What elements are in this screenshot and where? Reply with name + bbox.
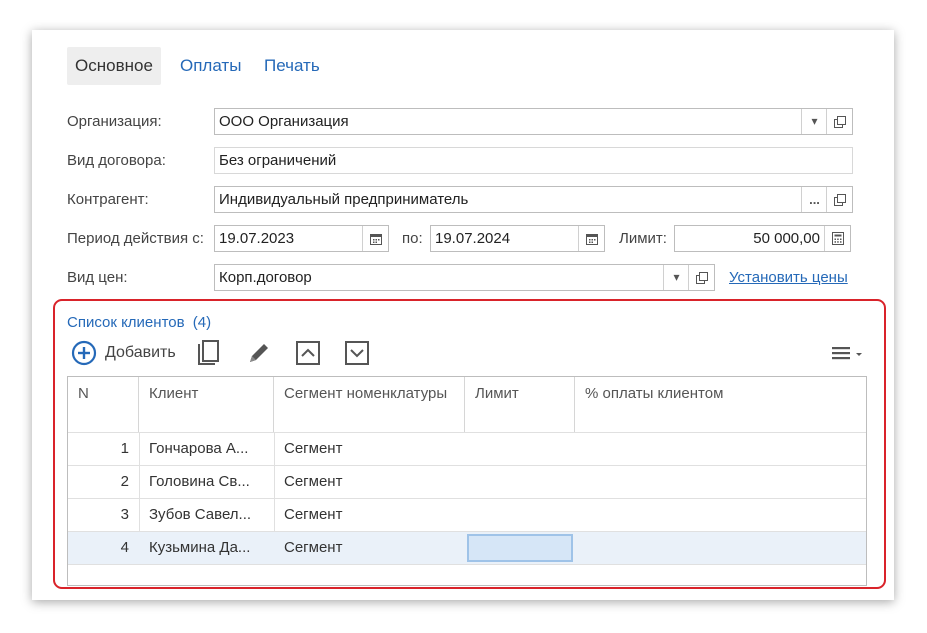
organization-field[interactable]: ООО Организация ▾ bbox=[214, 108, 853, 135]
organization-label: Организация: bbox=[67, 113, 162, 130]
period-to-label: по: bbox=[402, 230, 423, 247]
open-icon[interactable] bbox=[826, 109, 852, 134]
column-header-limit[interactable]: Лимит bbox=[465, 377, 575, 432]
set-prices-link[interactable]: Установить цены bbox=[729, 269, 848, 286]
calculator-icon[interactable] bbox=[824, 226, 850, 251]
more-menu-icon[interactable] bbox=[832, 345, 864, 366]
limit-label: Лимит: bbox=[619, 230, 667, 247]
table-row[interactable]: 3 Зубов Савел... Сегмент bbox=[68, 498, 866, 531]
open-icon[interactable] bbox=[688, 265, 714, 290]
segment-cell: Сегмент bbox=[284, 539, 343, 556]
period-to-field[interactable]: 19.07.2024 bbox=[430, 225, 605, 252]
move-down-icon[interactable] bbox=[345, 341, 369, 370]
column-header-payment-percent[interactable]: % оплаты клиентом bbox=[575, 377, 866, 432]
segment-cell: Сегмент bbox=[284, 440, 343, 457]
client-cell: Головина Св... bbox=[149, 473, 250, 490]
column-header-segment[interactable]: Сегмент номенклатуры bbox=[274, 377, 465, 432]
add-button[interactable]: Добавить bbox=[71, 340, 176, 366]
table-row-selected[interactable]: 4 Кузьмина Да... Сегмент bbox=[68, 531, 866, 565]
column-header-n[interactable]: N bbox=[68, 377, 139, 432]
contract-type-value: Без ограничений bbox=[219, 152, 337, 169]
client-cell: Кузьмина Да... bbox=[149, 539, 251, 556]
tab-print[interactable]: Печать bbox=[256, 47, 328, 85]
counterparty-value: Индивидуальный предприниматель bbox=[219, 191, 469, 208]
tab-main[interactable]: Основное bbox=[67, 47, 161, 85]
dropdown-icon[interactable]: ▾ bbox=[663, 265, 689, 290]
client-cell: Гончарова А... bbox=[149, 440, 249, 457]
row-number: 2 bbox=[120, 473, 129, 490]
organization-value: ООО Организация bbox=[219, 113, 349, 130]
price-type-field[interactable]: Корп.договор ▾ bbox=[214, 264, 715, 291]
limit-value: 50 000,00 bbox=[753, 230, 820, 247]
clients-title: Список клиентов bbox=[67, 314, 185, 331]
contract-type-label: Вид договора: bbox=[67, 152, 166, 169]
clients-list-title[interactable]: Список клиентов (4) bbox=[67, 314, 211, 331]
limit-field[interactable]: 50 000,00 bbox=[674, 225, 851, 252]
client-cell: Зубов Савел... bbox=[149, 506, 252, 523]
counterparty-label: Контрагент: bbox=[67, 191, 149, 208]
row-number: 1 bbox=[120, 440, 129, 457]
counterparty-field[interactable]: Индивидуальный предприниматель ... bbox=[214, 186, 853, 213]
clients-table: N Клиент Сегмент номенклатуры Лимит % оп… bbox=[67, 376, 867, 586]
period-from-value: 19.07.2023 bbox=[219, 230, 295, 247]
calendar-icon[interactable] bbox=[578, 226, 604, 251]
segment-cell: Сегмент bbox=[284, 473, 343, 490]
contract-type-field: Без ограничений bbox=[214, 147, 853, 174]
dropdown-icon[interactable]: ▾ bbox=[801, 109, 827, 134]
period-from-field[interactable]: 19.07.2023 bbox=[214, 225, 389, 252]
period-label: Период действия с: bbox=[67, 230, 204, 247]
add-icon bbox=[71, 340, 97, 366]
row-number: 3 bbox=[120, 506, 129, 523]
select-button[interactable]: ... bbox=[801, 187, 827, 212]
row-number: 4 bbox=[120, 539, 129, 556]
open-icon[interactable] bbox=[826, 187, 852, 212]
period-to-value: 19.07.2024 bbox=[435, 230, 511, 247]
table-row[interactable]: 2 Головина Св... Сегмент bbox=[68, 465, 866, 498]
clients-count: (4) bbox=[192, 314, 212, 331]
table-row[interactable]: 1 Гончарова А... Сегмент bbox=[68, 432, 866, 465]
calendar-icon[interactable] bbox=[362, 226, 388, 251]
limit-cell-editing[interactable] bbox=[467, 534, 573, 562]
edit-icon[interactable] bbox=[246, 340, 272, 371]
move-up-icon[interactable] bbox=[296, 341, 320, 370]
tab-payments[interactable]: Оплаты bbox=[172, 47, 249, 85]
add-button-label: Добавить bbox=[105, 344, 176, 361]
column-header-client[interactable]: Клиент bbox=[139, 377, 274, 432]
price-type-label: Вид цен: bbox=[67, 269, 128, 286]
price-type-value: Корп.договор bbox=[219, 269, 312, 286]
segment-cell: Сегмент bbox=[284, 506, 343, 523]
copy-icon[interactable] bbox=[196, 339, 222, 372]
